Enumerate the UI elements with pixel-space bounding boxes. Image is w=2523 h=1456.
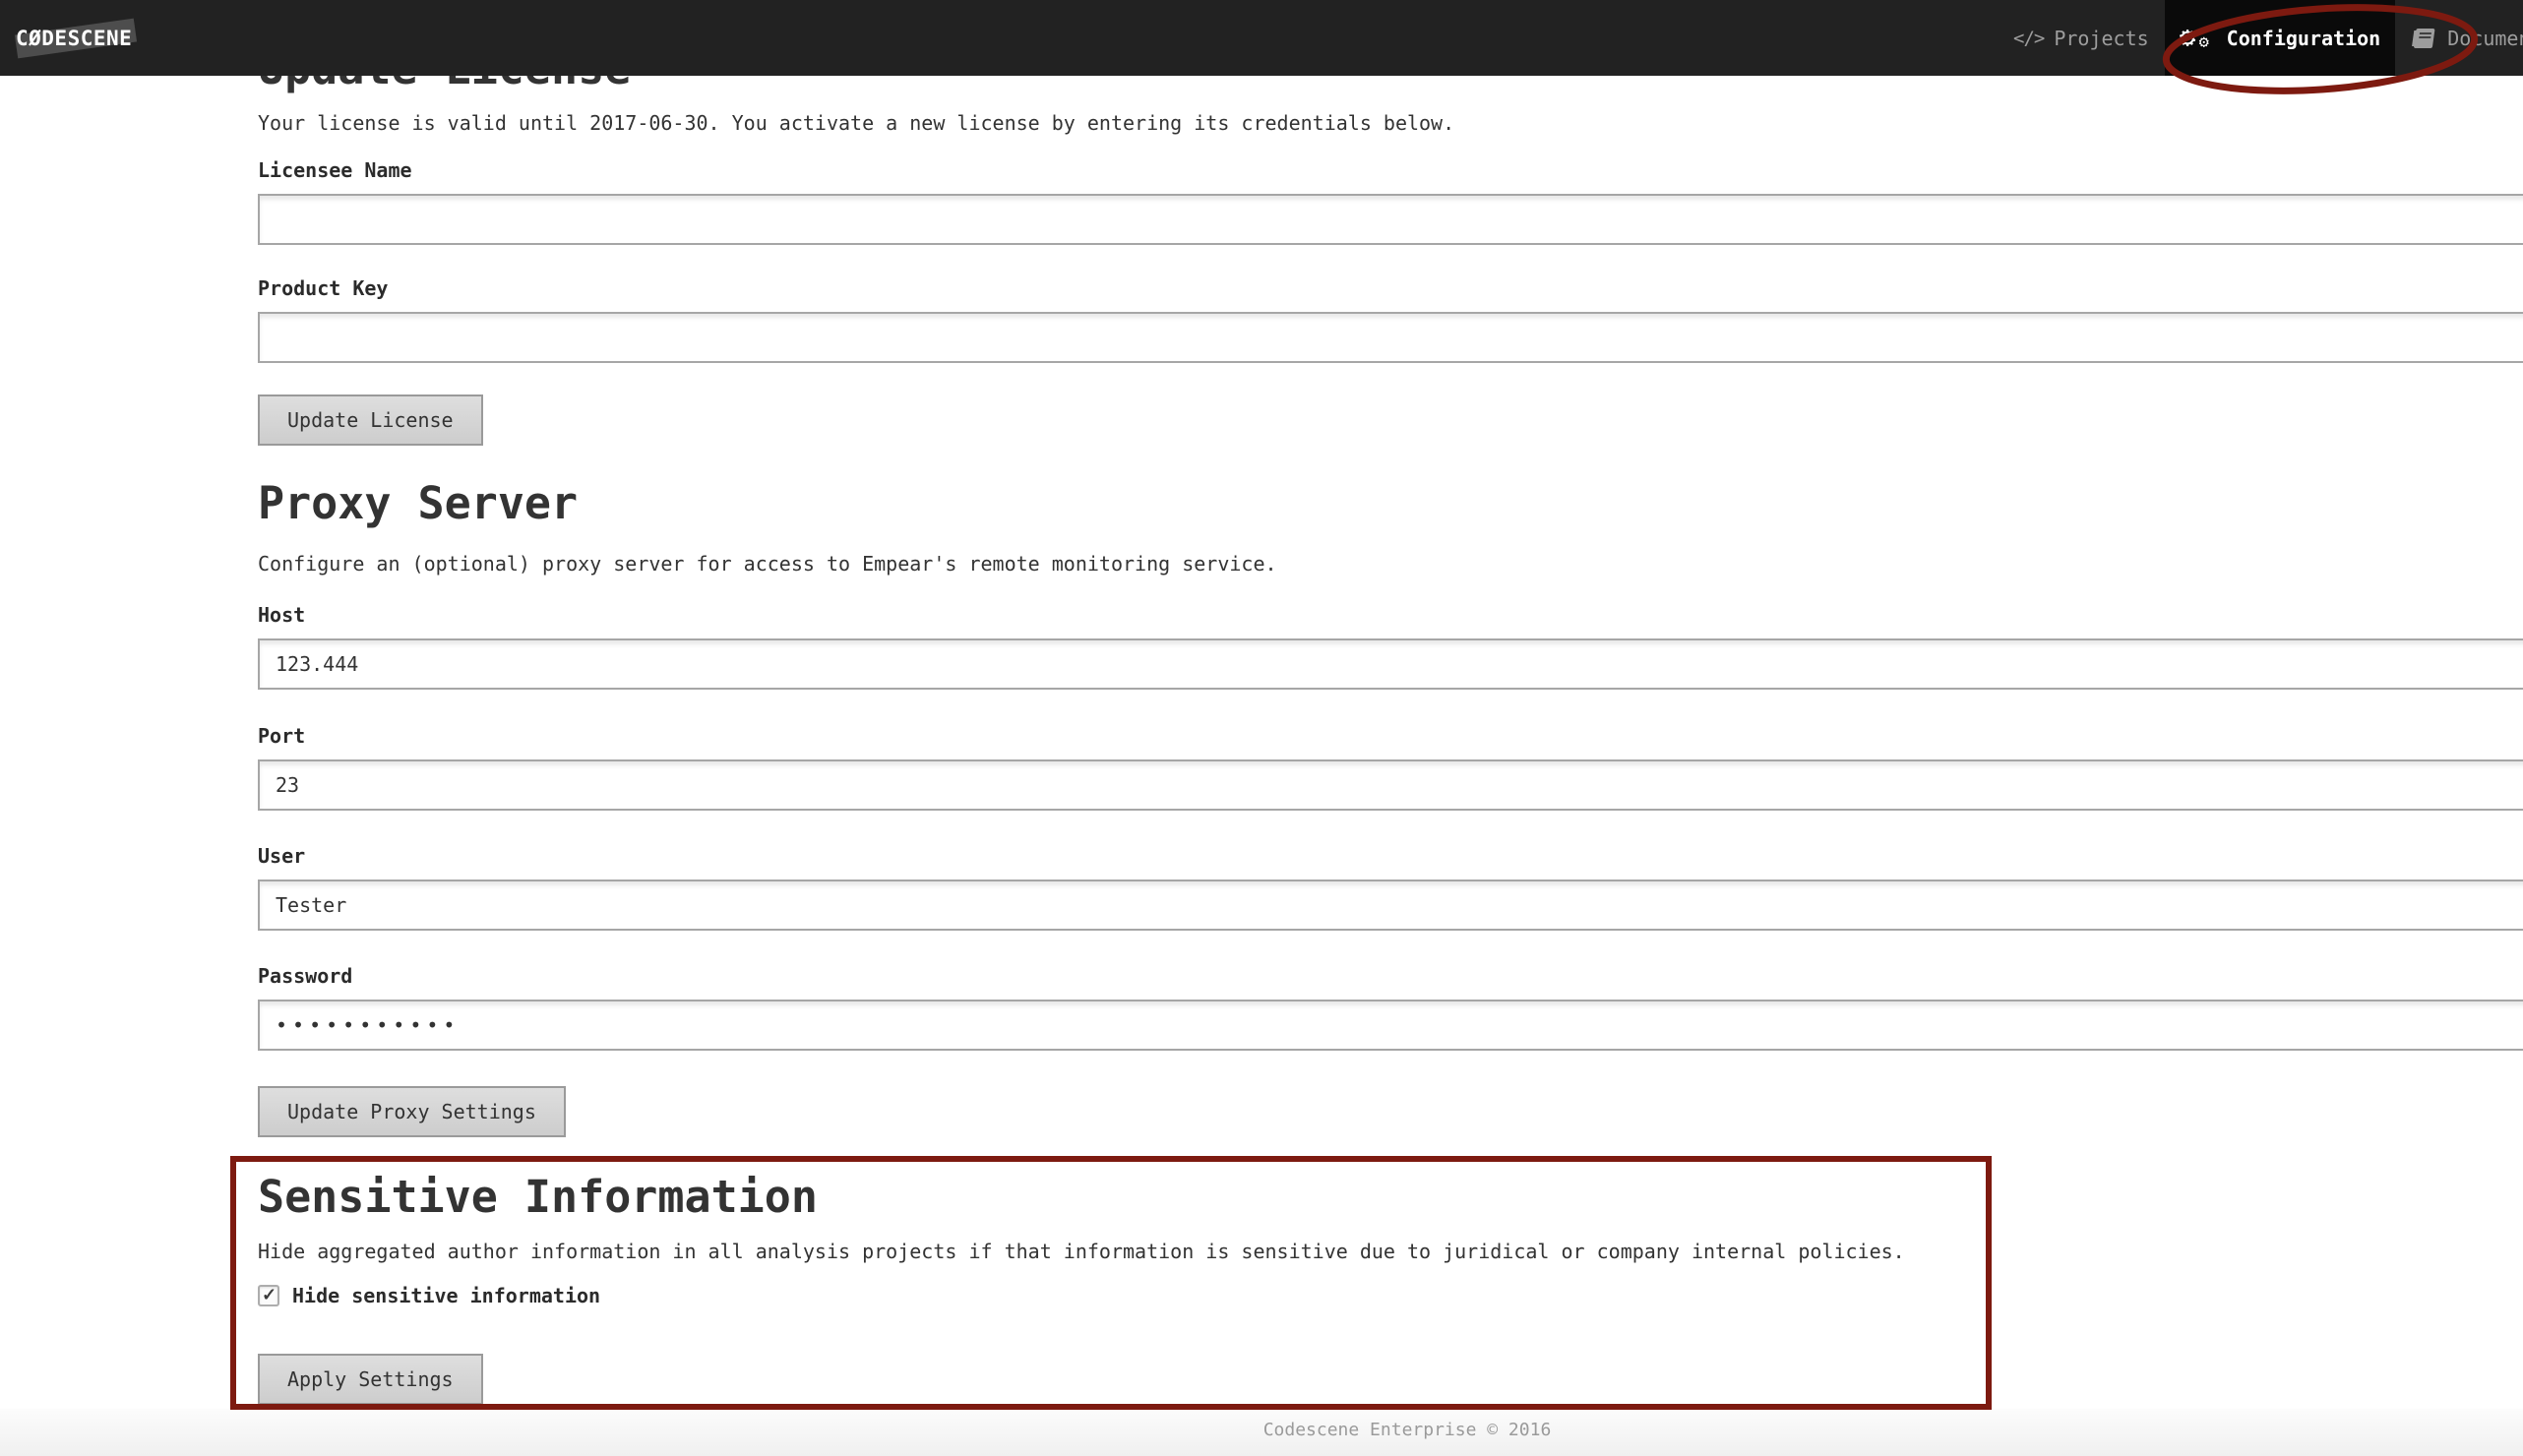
port-label: Port <box>258 726 2523 746</box>
hide-sensitive-row: Hide sensitive information <box>258 1283 2523 1308</box>
proxy-server-title: Proxy Server <box>258 479 2523 528</box>
gears-icon: ⚙ ⚙ <box>2180 23 2217 54</box>
nav-item-configuration[interactable]: ⚙ ⚙ Configuration <box>2165 0 2396 76</box>
nav-item-documentation[interactable]: Documentation <box>2395 0 2523 76</box>
port-input[interactable] <box>258 759 2523 811</box>
nav-item-projects[interactable]: </> Projects <box>1998 0 2165 76</box>
main-content: Update License Your license is valid unt… <box>258 0 2523 1405</box>
nav-item-documentation-label: Documentation <box>2447 27 2523 50</box>
sensitive-description: Hide aggregated author information in al… <box>258 1242 2523 1261</box>
code-icon: </> <box>2013 28 2044 49</box>
licensee-name-label: Licensee Name <box>258 160 2523 180</box>
update-proxy-settings-button[interactable]: Update Proxy Settings <box>258 1086 566 1137</box>
license-description: Your license is valid until 2017-06-30. … <box>258 113 2523 133</box>
footer-text: Codescene Enterprise © 2016 <box>258 1409 2523 1452</box>
host-label: Host <box>258 605 2523 625</box>
navbar-links: </> Projects ⚙ ⚙ Configuration <box>1998 0 2523 76</box>
host-input[interactable] <box>258 638 2523 690</box>
licensee-name-input[interactable] <box>258 194 2523 245</box>
apply-settings-button[interactable]: Apply Settings <box>258 1354 483 1405</box>
sensitive-information-title: Sensitive Information <box>258 1173 2523 1222</box>
hide-sensitive-label[interactable]: Hide sensitive information <box>292 1284 600 1307</box>
book-icon <box>2411 26 2437 51</box>
user-input[interactable] <box>258 880 2523 931</box>
user-label: User <box>258 846 2523 866</box>
logo-text: CØDESCENE <box>16 27 132 50</box>
nav-item-projects-label: Projects <box>2054 27 2148 50</box>
hide-sensitive-checkbox[interactable] <box>258 1285 279 1306</box>
update-license-button[interactable]: Update License <box>258 394 483 446</box>
nav-item-configuration-label: Configuration <box>2227 27 2381 50</box>
product-key-label: Product Key <box>258 278 2523 298</box>
codescene-logo[interactable]: CØDESCENE <box>16 0 132 76</box>
password-input[interactable] <box>258 1000 2523 1051</box>
password-label: Password <box>258 966 2523 986</box>
page-footer: Codescene Enterprise © 2016 <box>0 1409 2523 1456</box>
product-key-input[interactable] <box>258 312 2523 363</box>
proxy-description: Configure an (optional) proxy server for… <box>258 554 2523 574</box>
top-navbar: CØDESCENE </> Projects ⚙ ⚙ Configuration <box>0 0 2523 76</box>
